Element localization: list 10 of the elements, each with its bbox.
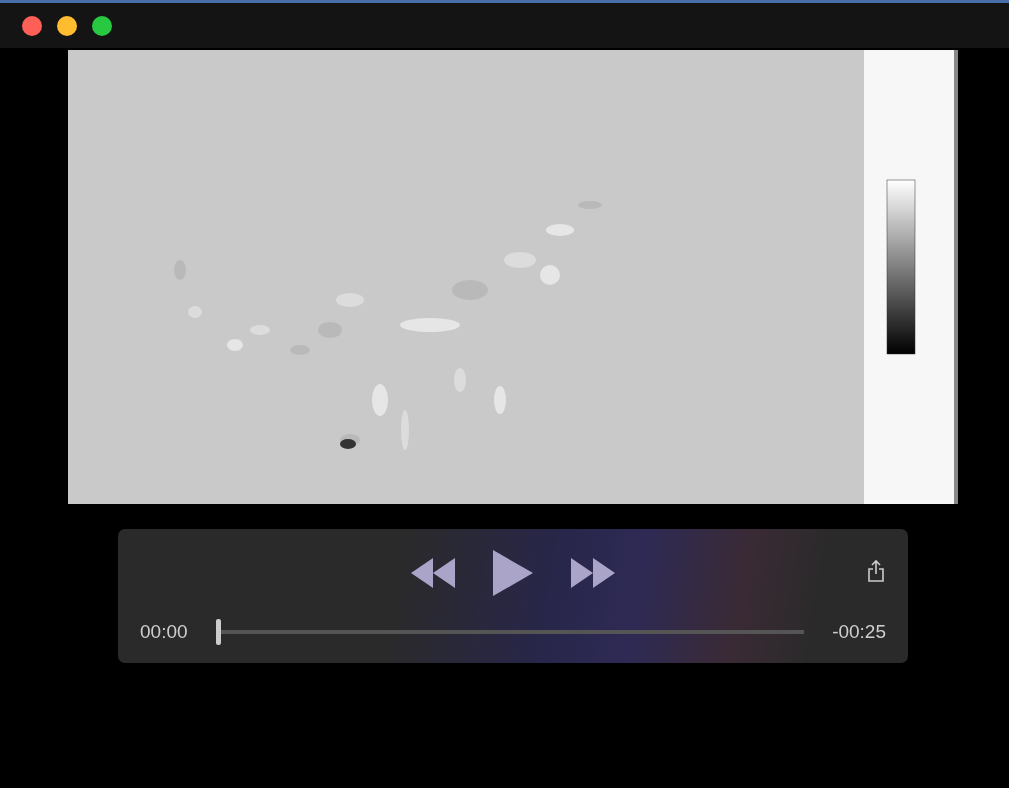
- fast-forward-button[interactable]: [571, 558, 615, 588]
- rewind-button[interactable]: [411, 558, 455, 588]
- minimize-button[interactable]: [57, 15, 77, 36]
- close-button[interactable]: [22, 15, 42, 36]
- share-icon[interactable]: [866, 559, 886, 583]
- zoom-button[interactable]: [92, 15, 112, 36]
- elapsed-time: 00:00: [140, 621, 188, 643]
- play-button[interactable]: [493, 550, 533, 596]
- progress-handle[interactable]: [215, 619, 221, 645]
- remaining-time: -00:25: [832, 621, 886, 643]
